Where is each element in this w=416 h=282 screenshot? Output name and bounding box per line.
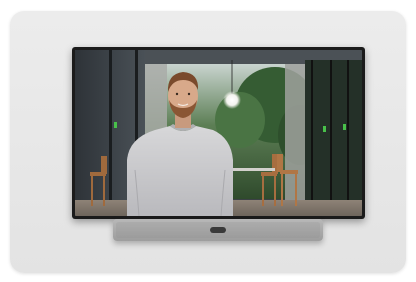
- pendant-lamp: [223, 91, 241, 109]
- camera-lens-icon: [210, 227, 226, 233]
- wall-display: [72, 47, 365, 219]
- soundbar-camera: [113, 219, 323, 241]
- indicator-light: [114, 122, 117, 128]
- video-call-screen: [75, 50, 362, 216]
- indicator-light: [323, 126, 326, 132]
- indicator-light: [343, 124, 346, 130]
- video-feed: [75, 50, 362, 216]
